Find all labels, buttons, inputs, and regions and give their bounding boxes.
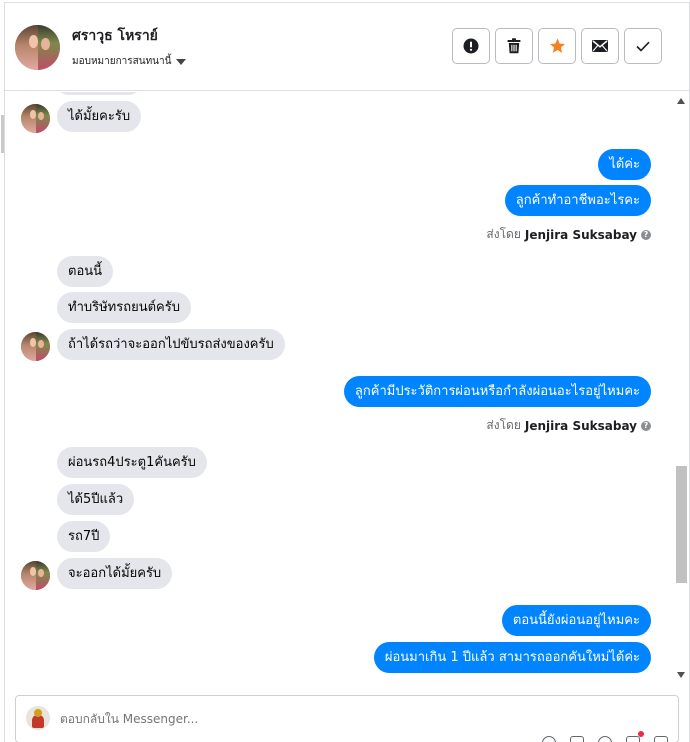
envelope-icon: [592, 40, 608, 52]
page-avatar: [26, 706, 50, 730]
message-bubble-outgoing[interactable]: ตอนนี้ยังผ่อนอยู่ไหมคะ: [501, 605, 651, 636]
message-bubble-incoming[interactable]: ตอนนี้: [57, 256, 114, 287]
scroll-down-arrow-icon[interactable]: [677, 672, 685, 678]
trash-icon: [507, 38, 521, 54]
message-bubble-outgoing[interactable]: ลูกค้าทำอาชีพอะไรคะ: [504, 185, 651, 216]
message-bubble-incoming[interactable]: ได้5ปีแล้ว: [57, 484, 135, 515]
caret-down-icon: [176, 58, 187, 65]
mark-done-button[interactable]: [624, 28, 662, 64]
emoji-icon[interactable]: [598, 736, 612, 742]
conversation-panel: ศราวุธ โหราย์ มอบหมายการสนทนานี้ ได้มั้ย…: [1, 2, 690, 742]
sent-by-agent[interactable]: Jenjira Suksabay: [525, 419, 637, 433]
assign-conversation-dropdown[interactable]: มอบหมายการสนทนานี้: [72, 54, 187, 69]
message-bubble-outgoing[interactable]: ลูกค้ามีประวัติการผ่อนหรือกำลังผ่อนอะไรอ…: [343, 376, 651, 407]
help-icon[interactable]: ?: [641, 229, 651, 240]
message-bubble-partial: [57, 92, 140, 95]
message-bubble-incoming[interactable]: รถ7ปี: [57, 521, 111, 552]
attachment-icon[interactable]: [542, 736, 556, 742]
delete-button[interactable]: [495, 28, 533, 64]
message-bubble-incoming[interactable]: ถ้าได้รถว่าจะออกไปขับรถส่งของครับ: [57, 329, 285, 360]
message-thread: ได้มั้ยคะรับ ได้ค่ะ ลูกค้าทำอาชีพอะไรคะ …: [5, 92, 689, 684]
mark-unread-button[interactable]: [581, 28, 619, 64]
contact-avatar-small: [21, 561, 50, 590]
message-bubble-incoming[interactable]: ได้มั้ยคะรับ: [57, 101, 142, 132]
scrollbar-thumb[interactable]: [676, 466, 687, 583]
message-bubble-outgoing[interactable]: ได้ค่ะ: [598, 149, 651, 180]
sent-by-label: ส่งโดย Jenjira Suksabay ?: [486, 225, 651, 244]
assign-label: มอบหมายการสนทนานี้: [72, 56, 172, 67]
sent-by-agent[interactable]: Jenjira Suksabay: [525, 228, 637, 242]
exclamation-icon: [463, 38, 479, 54]
scroll-up-arrow-icon[interactable]: [677, 98, 685, 104]
message-bubble-incoming[interactable]: ผ่อนรถ4ประตู1คันครับ: [57, 447, 207, 478]
reply-input[interactable]: [60, 712, 540, 726]
message-bubble-incoming[interactable]: ทำบริษัทรถยนต์ครับ: [57, 292, 191, 323]
sent-by-prefix: ส่งโดย: [486, 227, 521, 241]
conversation-header: ศราวุธ โหราย์ มอบหมายการสนทนานี้: [5, 3, 689, 91]
star-button[interactable]: [538, 28, 576, 64]
message-bubble-outgoing[interactable]: ผ่อนมาเกิน 1 ปีแล้ว สามารถออกคันใหม่ได้ค…: [373, 642, 651, 673]
contact-name[interactable]: ศราวุธ โหราย์: [72, 25, 158, 47]
message-scrollbar[interactable]: [673, 92, 689, 684]
check-icon: [636, 41, 650, 52]
star-icon: [549, 38, 565, 53]
contact-avatar-small: [21, 104, 50, 133]
more-icon[interactable]: [654, 736, 668, 742]
composer-toolbar: [542, 731, 668, 742]
contact-avatar-small: [21, 332, 50, 361]
conversation-actions: [452, 28, 662, 64]
message-bubble-incoming[interactable]: จะออกได้มั้ยครับ: [57, 558, 173, 589]
contact-avatar[interactable]: [15, 25, 60, 70]
reply-composer: [15, 695, 679, 742]
sent-by-label: ส่งโดย Jenjira Suksabay ?: [486, 416, 651, 435]
sent-by-prefix: ส่งโดย: [486, 418, 521, 432]
saved-replies-icon[interactable]: [626, 731, 644, 742]
left-panel-edge: [1, 115, 4, 153]
help-icon[interactable]: ?: [641, 420, 651, 431]
report-spam-button[interactable]: [452, 28, 490, 64]
image-icon[interactable]: [570, 736, 584, 742]
